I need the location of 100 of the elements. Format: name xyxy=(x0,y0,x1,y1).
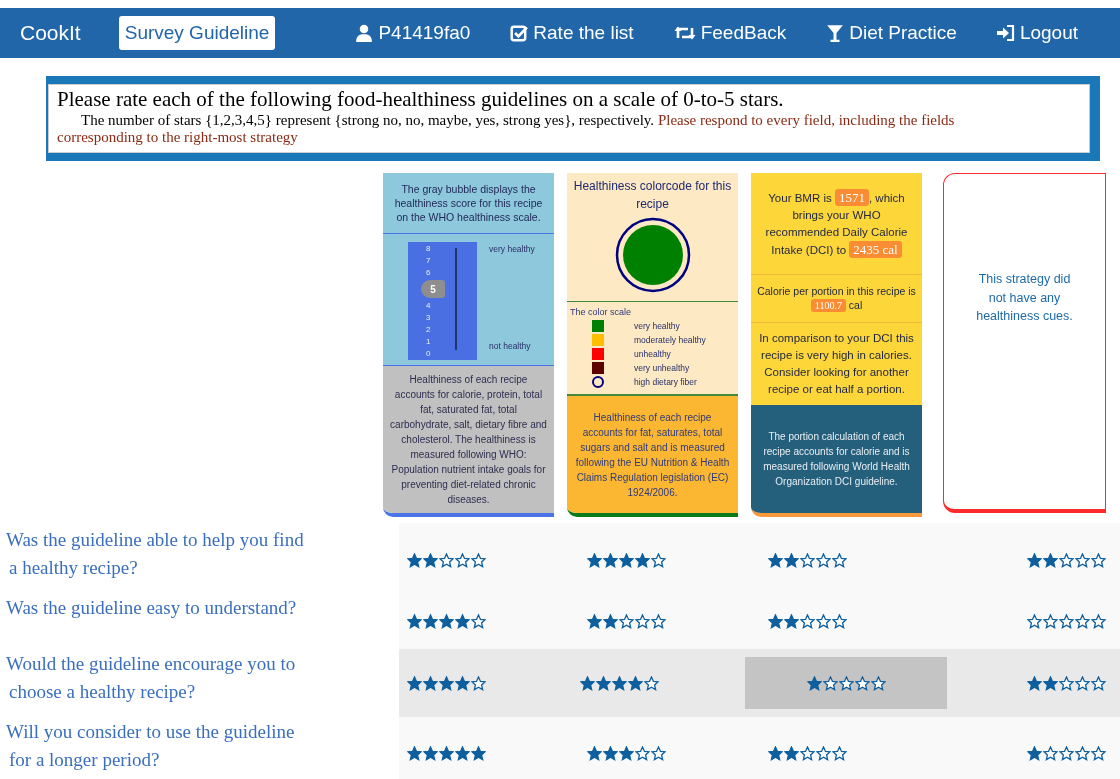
star-icon[interactable] xyxy=(651,745,667,761)
star-icon[interactable] xyxy=(612,675,627,691)
star-rating[interactable] xyxy=(767,745,847,761)
star-icon[interactable] xyxy=(619,552,635,568)
star-icon[interactable] xyxy=(799,552,815,568)
star-rating[interactable] xyxy=(587,613,667,629)
star-icon[interactable] xyxy=(806,675,822,691)
star-icon[interactable] xyxy=(799,613,815,629)
star-icon[interactable] xyxy=(603,613,619,629)
star-icon[interactable] xyxy=(838,675,854,691)
star-icon[interactable] xyxy=(822,675,838,691)
star-icon[interactable] xyxy=(407,745,422,761)
star-icon[interactable] xyxy=(1043,675,1058,691)
star-rating[interactable] xyxy=(407,675,486,691)
star-icon[interactable] xyxy=(587,552,603,568)
star-icon[interactable] xyxy=(407,613,422,629)
star-icon[interactable] xyxy=(1075,745,1090,761)
nav-link[interactable]: Diet Practice xyxy=(826,22,957,44)
star-icon[interactable] xyxy=(439,745,454,761)
star-icon[interactable] xyxy=(1027,552,1042,568)
star-icon[interactable] xyxy=(1059,745,1074,761)
star-icon[interactable] xyxy=(815,552,831,568)
star-icon[interactable] xyxy=(831,552,847,568)
star-icon[interactable] xyxy=(1091,675,1106,691)
star-icon[interactable] xyxy=(1027,675,1042,691)
star-icon[interactable] xyxy=(587,613,603,629)
star-icon[interactable] xyxy=(471,552,486,568)
star-icon[interactable] xyxy=(455,745,470,761)
star-icon[interactable] xyxy=(767,552,783,568)
star-icon[interactable] xyxy=(1027,613,1042,629)
star-icon[interactable] xyxy=(471,675,486,691)
star-icon[interactable] xyxy=(1091,613,1106,629)
star-icon[interactable] xyxy=(1075,613,1090,629)
star-icon[interactable] xyxy=(870,675,886,691)
star-icon[interactable] xyxy=(1059,613,1074,629)
star-rating[interactable] xyxy=(767,552,847,568)
star-rating[interactable] xyxy=(407,613,486,629)
star-icon[interactable] xyxy=(1091,745,1106,761)
star-icon[interactable] xyxy=(619,745,635,761)
star-icon[interactable] xyxy=(471,613,486,629)
star-icon[interactable] xyxy=(1059,552,1074,568)
star-icon[interactable] xyxy=(423,675,438,691)
nav-link[interactable]: Logout xyxy=(996,22,1079,44)
star-icon[interactable] xyxy=(1043,745,1058,761)
nav-link[interactable]: P41419fa0 xyxy=(355,22,471,44)
star-rating[interactable] xyxy=(580,675,659,691)
star-rating[interactable] xyxy=(767,613,847,629)
nav-link[interactable]: Rate the list xyxy=(510,22,634,44)
star-icon[interactable] xyxy=(783,613,799,629)
star-icon[interactable] xyxy=(815,613,831,629)
nav-link[interactable]: Survey Guideline xyxy=(118,16,276,50)
star-icon[interactable] xyxy=(651,552,667,568)
star-icon[interactable] xyxy=(439,675,454,691)
star-icon[interactable] xyxy=(587,745,603,761)
star-rating[interactable] xyxy=(407,745,486,761)
star-icon[interactable] xyxy=(455,552,470,568)
star-icon[interactable] xyxy=(603,745,619,761)
star-icon[interactable] xyxy=(831,613,847,629)
star-rating[interactable] xyxy=(587,552,667,568)
star-icon[interactable] xyxy=(783,552,799,568)
star-rating[interactable] xyxy=(407,552,486,568)
brand-logo[interactable]: CookIt xyxy=(0,21,101,45)
star-icon[interactable] xyxy=(1043,552,1058,568)
nav-link[interactable]: FeedBack xyxy=(673,22,787,44)
star-icon[interactable] xyxy=(1091,552,1106,568)
star-icon[interactable] xyxy=(1059,675,1074,691)
star-icon[interactable] xyxy=(603,552,619,568)
star-icon[interactable] xyxy=(471,745,486,761)
star-icon[interactable] xyxy=(619,613,635,629)
star-icon[interactable] xyxy=(439,552,454,568)
star-icon[interactable] xyxy=(635,613,651,629)
star-icon[interactable] xyxy=(854,675,870,691)
star-rating[interactable] xyxy=(1027,613,1106,629)
star-icon[interactable] xyxy=(455,675,470,691)
star-rating[interactable] xyxy=(587,745,667,761)
star-rating[interactable] xyxy=(745,657,947,709)
star-icon[interactable] xyxy=(767,613,783,629)
star-icon[interactable] xyxy=(635,552,651,568)
star-icon[interactable] xyxy=(580,675,595,691)
star-icon[interactable] xyxy=(1027,745,1042,761)
star-icon[interactable] xyxy=(1075,675,1090,691)
star-icon[interactable] xyxy=(407,552,422,568)
star-icon[interactable] xyxy=(783,745,799,761)
star-icon[interactable] xyxy=(831,745,847,761)
star-icon[interactable] xyxy=(644,675,659,691)
star-icon[interactable] xyxy=(635,745,651,761)
star-icon[interactable] xyxy=(767,745,783,761)
star-rating[interactable] xyxy=(1027,675,1106,691)
star-icon[interactable] xyxy=(1043,613,1058,629)
star-icon[interactable] xyxy=(651,613,667,629)
star-icon[interactable] xyxy=(815,745,831,761)
star-icon[interactable] xyxy=(628,675,643,691)
star-icon[interactable] xyxy=(596,675,611,691)
star-rating[interactable] xyxy=(1027,745,1106,761)
star-icon[interactable] xyxy=(455,613,470,629)
star-icon[interactable] xyxy=(423,613,438,629)
star-icon[interactable] xyxy=(439,613,454,629)
star-icon[interactable] xyxy=(799,745,815,761)
star-rating[interactable] xyxy=(1027,552,1106,568)
star-icon[interactable] xyxy=(423,552,438,568)
